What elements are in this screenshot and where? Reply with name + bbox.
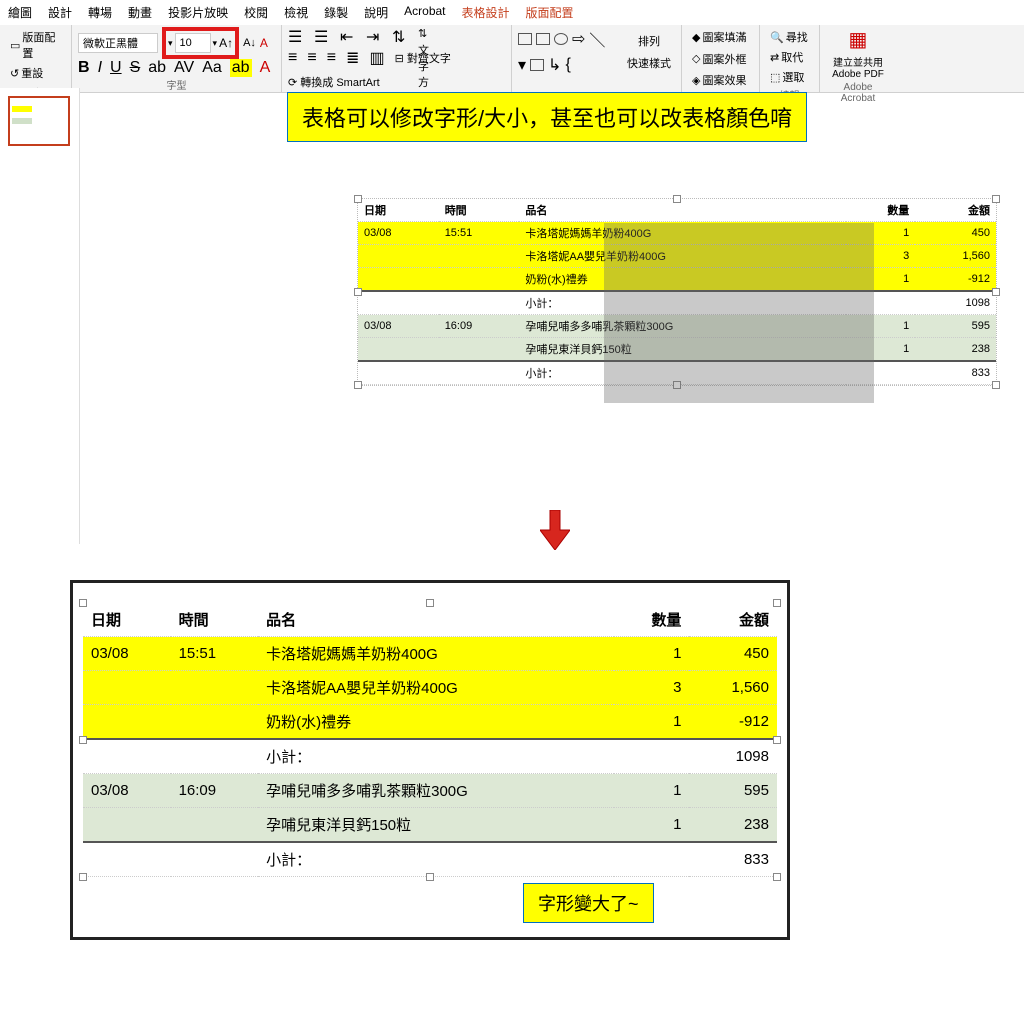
- tab-table-design[interactable]: 表格設計: [462, 4, 510, 21]
- annotation-top: 表格可以修改字形/大小，甚至也可以改表格顏色唷: [287, 92, 807, 142]
- align-center-icon[interactable]: ≡: [307, 49, 316, 67]
- tab-slideshow[interactable]: 投影片放映: [168, 4, 228, 21]
- pdf-button[interactable]: 建立並共用 Adobe PDF: [826, 52, 890, 82]
- table-row[interactable]: 卡洛塔妮AA嬰兒羊奶粉400G31,560: [83, 671, 777, 705]
- layout-button[interactable]: ▭ 版面配置: [6, 27, 65, 63]
- font-color-button[interactable]: A: [260, 59, 271, 77]
- pdf-icon[interactable]: ▦: [849, 29, 868, 51]
- shape-fill-button[interactable]: ◆ 圖案填滿: [688, 27, 753, 47]
- shape-outline-button[interactable]: ◇ 圖案外框: [688, 49, 753, 69]
- table-row[interactable]: 小計：1098: [358, 291, 996, 315]
- table-row[interactable]: 卡洛塔妮AA嬰兒羊奶粉400G31,560: [358, 245, 996, 268]
- shape-circle-icon[interactable]: [554, 33, 568, 45]
- shape-more-icon[interactable]: ▾: [518, 55, 526, 75]
- spacing-button[interactable]: AV: [174, 59, 194, 77]
- clear-format-icon[interactable]: A: [260, 36, 268, 50]
- tab-record[interactable]: 錄製: [324, 4, 348, 21]
- align-text-button[interactable]: ⊟ 對齊文字: [395, 50, 451, 66]
- slide-panel: [0, 88, 80, 544]
- table-row[interactable]: 小計：833: [83, 842, 777, 877]
- table-row[interactable]: 03/0816:09孕哺兒哺多多哺乳茶顆粒300G1595: [358, 315, 996, 338]
- numbering-icon[interactable]: ☰: [314, 27, 330, 41]
- shape-brace-icon[interactable]: {: [565, 56, 570, 74]
- quick-style-button[interactable]: 快速樣式: [623, 53, 675, 73]
- result-panel: 日期時間品名數量金額03/0815:51卡洛塔妮媽媽羊奶粉400G1450卡洛塔…: [70, 580, 790, 940]
- table-row[interactable]: 奶粉(水)禮券1-912: [358, 268, 996, 292]
- shape-connector-icon[interactable]: ↳: [548, 55, 561, 75]
- table-small[interactable]: 日期時間品名數量金額03/0815:51卡洛塔妮媽媽羊奶粉400G1450卡洛塔…: [357, 198, 997, 386]
- shape-rect2-icon[interactable]: [536, 33, 550, 45]
- shadow-button[interactable]: ab: [148, 59, 166, 77]
- highlight-button[interactable]: ab: [230, 59, 252, 77]
- tab-layout[interactable]: 版面配置: [526, 4, 574, 21]
- table-row[interactable]: 孕哺兒東洋貝鈣150粒1238: [358, 338, 996, 362]
- font-size-highlight: ▾ ▾ A↑: [162, 27, 239, 59]
- table-large[interactable]: 日期時間品名數量金額03/0815:51卡洛塔妮媽媽羊奶粉400G1450卡洛塔…: [83, 603, 777, 877]
- line-spacing-icon[interactable]: ⇅: [392, 27, 408, 41]
- grow-font-icon[interactable]: A↑: [219, 36, 233, 50]
- shape-rect-icon[interactable]: [518, 33, 532, 45]
- slide-thumbnail-1[interactable]: [8, 96, 70, 146]
- tab-design[interactable]: 設計: [48, 4, 72, 21]
- arrow-down-icon: [540, 510, 570, 555]
- table-row[interactable]: 奶粉(水)禮券1-912: [83, 705, 777, 740]
- align-right-icon[interactable]: ≡: [327, 49, 336, 67]
- table-row[interactable]: 03/0815:51卡洛塔妮媽媽羊奶粉400G1450: [358, 222, 996, 245]
- shape-effect-button[interactable]: ◈ 圖案效果: [688, 70, 753, 90]
- underline-button[interactable]: U: [110, 59, 122, 77]
- shrink-font-icon[interactable]: A↓: [243, 37, 256, 49]
- tab-animation[interactable]: 動畫: [128, 4, 152, 21]
- shape-line-icon[interactable]: ＼: [589, 27, 605, 51]
- bullets-icon[interactable]: ☰: [288, 27, 304, 41]
- font-name-input[interactable]: [78, 33, 158, 53]
- slide-canvas: 表格可以修改字形/大小，甚至也可以改表格顏色唷 日期時間品名數量金額03/081…: [80, 88, 1024, 528]
- data-table-small[interactable]: 日期時間品名數量金額03/0815:51卡洛塔妮媽媽羊奶粉400G1450卡洛塔…: [358, 199, 996, 385]
- ribbon-tabs: 繪圖 設計 轉場 動畫 投影片放映 校閱 檢視 錄製 說明 Acrobat 表格…: [0, 0, 1024, 25]
- tab-view[interactable]: 檢視: [284, 4, 308, 21]
- italic-button[interactable]: I: [98, 59, 102, 77]
- annotation-bottom: 字形變大了~: [523, 883, 654, 923]
- case-button[interactable]: Aa: [202, 59, 222, 77]
- find-button[interactable]: 🔍 尋找: [766, 27, 813, 47]
- reset-button[interactable]: ↺ 重設: [6, 63, 47, 83]
- tab-draw[interactable]: 繪圖: [8, 4, 32, 21]
- tab-review[interactable]: 校閱: [244, 4, 268, 21]
- justify-icon[interactable]: ≣: [346, 48, 359, 68]
- arrange-button[interactable]: 排列: [634, 31, 664, 51]
- shape-poly-icon[interactable]: [530, 59, 544, 71]
- indent-right-icon[interactable]: ⇥: [366, 27, 382, 41]
- replace-button[interactable]: ⇄ 取代: [766, 47, 813, 67]
- table-row[interactable]: 03/0816:09孕哺兒哺多多哺乳茶顆粒300G1595: [83, 774, 777, 808]
- tab-help[interactable]: 說明: [364, 4, 388, 21]
- text-direction-button[interactable]: ⇅ 文字方向: [418, 27, 434, 41]
- ribbon: ▭ 版面配置 ↺ 重設 ▭ 區段 投影片 ▾ ▾ A↑ A↓ A B I U S…: [0, 25, 1024, 93]
- table-row[interactable]: 小計：1098: [83, 739, 777, 774]
- data-table-large[interactable]: 日期時間品名數量金額03/0815:51卡洛塔妮媽媽羊奶粉400G1450卡洛塔…: [83, 603, 777, 877]
- bold-button[interactable]: B: [78, 59, 90, 77]
- strike-button[interactable]: S: [130, 59, 141, 77]
- select-button[interactable]: ⬚ 選取: [766, 67, 813, 87]
- columns-icon[interactable]: ▥: [369, 48, 384, 68]
- indent-left-icon[interactable]: ⇤: [340, 27, 356, 41]
- table-row[interactable]: 孕哺兒東洋貝鈣150粒1238: [83, 808, 777, 843]
- shape-arrow-icon[interactable]: ⇨: [572, 29, 585, 49]
- tab-acrobat[interactable]: Acrobat: [404, 4, 445, 21]
- align-left-icon[interactable]: ≡: [288, 49, 297, 67]
- tab-transition[interactable]: 轉場: [88, 4, 112, 21]
- table-row[interactable]: 03/0815:51卡洛塔妮媽媽羊奶粉400G1450: [83, 637, 777, 671]
- font-size-input[interactable]: [175, 33, 211, 53]
